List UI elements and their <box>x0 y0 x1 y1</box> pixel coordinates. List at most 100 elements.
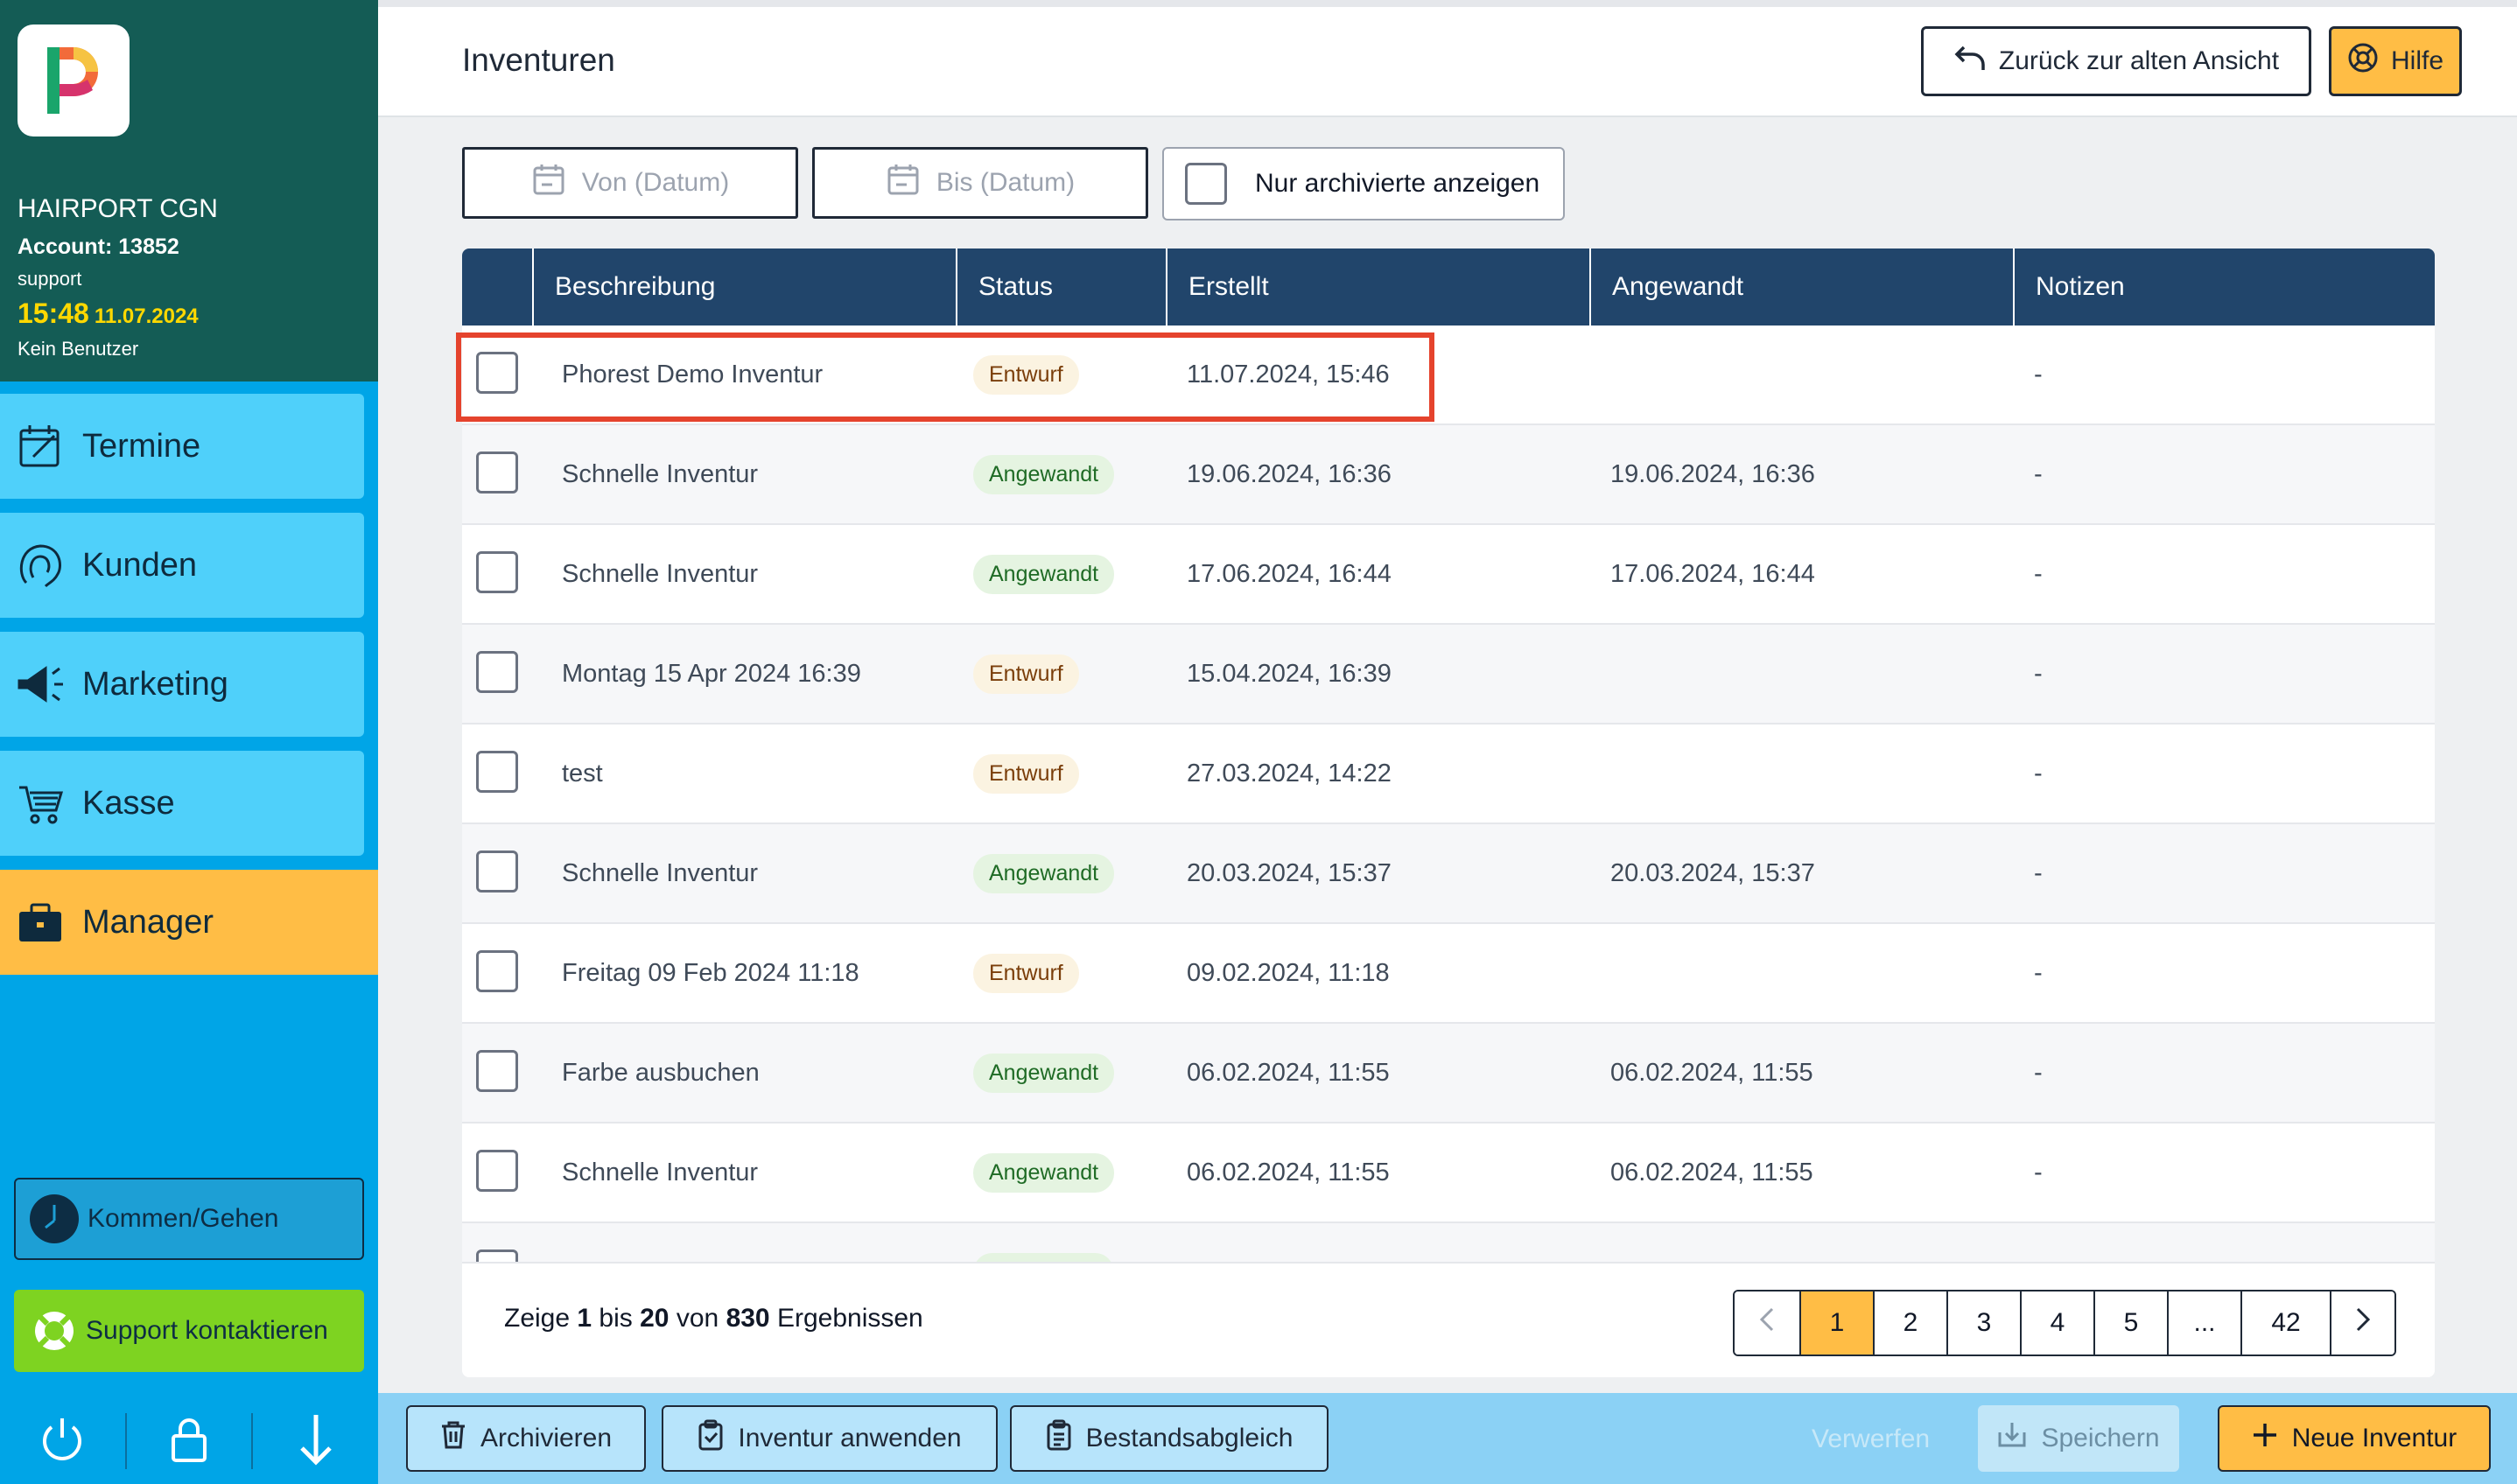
save-button[interactable]: Speichern <box>1978 1405 2179 1472</box>
clipboard-check-icon <box>698 1419 738 1458</box>
status-badge: Angewandt <box>973 554 1115 594</box>
date-from-field[interactable]: Von (Datum) <box>462 147 798 219</box>
cell-created: 15.04.2024, 16:39 <box>1187 659 1392 688</box>
row-checkbox[interactable] <box>476 850 518 892</box>
nav-marketing[interactable]: Marketing <box>0 632 364 737</box>
plus-icon <box>2252 1422 2292 1455</box>
calendar-icon <box>12 418 68 474</box>
prev-page-button[interactable] <box>1735 1292 1799 1354</box>
table-row[interactable]: Phorest Demo Inventur Entwurf 11.07.2024, … <box>462 326 2435 425</box>
calendar-icon <box>886 162 936 204</box>
nav-manager[interactable]: Manager <box>0 870 378 975</box>
column-header-notes[interactable]: Notizen <box>2013 248 2435 326</box>
page-button[interactable]: 4 <box>2020 1292 2093 1354</box>
pagination: 1 2 3 4 5 ... 42 <box>1733 1290 2396 1356</box>
cell-notes: - <box>2034 1158 2043 1186</box>
apply-inventory-button[interactable]: Inventur anwenden <box>662 1405 998 1472</box>
save-label: Speichern <box>2041 1424 2160 1452</box>
clipboard-list-icon <box>1046 1419 1086 1458</box>
cell-status: Entwurf <box>973 724 1079 822</box>
cell-description: Schnelle Inventur <box>562 1158 759 1186</box>
briefcase-icon <box>12 894 68 950</box>
cell-created: 17.06.2024, 16:44 <box>1187 559 1392 588</box>
cell-description: Schnelle Inventur <box>562 559 759 588</box>
column-header-applied[interactable]: Angewandt <box>1589 248 2013 326</box>
new-inventory-button[interactable]: Neue Inventur <box>2218 1405 2491 1472</box>
discard-button[interactable]: Verwerfen <box>1812 1424 1930 1454</box>
inventory-table: Beschreibung Status Erstellt Angewandt N… <box>462 248 2435 1377</box>
page-button[interactable]: 42 <box>2240 1292 2330 1354</box>
table-row[interactable]: test Entwurf 27.03.2024, 14:22 - <box>462 724 2435 824</box>
row-checkbox[interactable] <box>476 651 518 693</box>
account-number: Account: 13852 <box>18 234 179 259</box>
status-badge: Entwurf <box>973 953 1079 993</box>
row-checkbox[interactable] <box>476 1150 518 1192</box>
help-button[interactable]: Hilfe <box>2329 26 2462 96</box>
cell-notes: - <box>2034 858 2043 887</box>
date-to-field[interactable]: Bis (Datum) <box>812 147 1148 219</box>
archive-label: Archivieren <box>480 1424 613 1452</box>
result-prefix: Zeige <box>504 1304 571 1333</box>
sidebar: HAIRPORT CGN Account: 13852 support 15:4… <box>0 0 378 1484</box>
table-row[interactable]: Schnelle Inventur Angewandt 19.06.2024, 16… <box>462 425 2435 525</box>
power-icon <box>38 1413 87 1470</box>
nav-kunden[interactable]: Kunden <box>0 513 364 618</box>
clock-in-out-label: Kommen/Gehen <box>88 1204 279 1233</box>
column-header-created[interactable]: Erstellt <box>1166 248 1589 326</box>
page-button[interactable]: 5 <box>2093 1292 2167 1354</box>
result-suffix: Ergebnissen <box>776 1304 923 1333</box>
cell-created: 06.02.2024, 11:55 <box>1187 1058 1390 1087</box>
row-checkbox[interactable] <box>476 551 518 593</box>
archived-only-toggle[interactable]: Nur archivierte anzeigen <box>1162 147 1565 220</box>
new-inventory-label: Neue Inventur <box>2291 1424 2457 1452</box>
cell-description: Schnelle Inventur <box>562 459 759 488</box>
column-header-description[interactable]: Beschreibung <box>532 248 956 326</box>
cell-applied: 20.03.2024, 15:37 <box>1610 858 1815 887</box>
archive-button[interactable]: Archivieren <box>406 1405 646 1472</box>
power-button[interactable] <box>0 1398 125 1484</box>
archived-only-checkbox[interactable] <box>1185 163 1227 205</box>
status-badge: Entwurf <box>973 753 1079 794</box>
calendar-icon <box>531 162 582 204</box>
table-row[interactable]: Schnelle Inventur Angewandt 06.02.2024, 11… <box>462 1124 2435 1223</box>
collapse-button[interactable] <box>253 1398 378 1484</box>
cell-status: Angewandt <box>973 525 1115 623</box>
clock-in-out-button[interactable]: Kommen/Gehen <box>14 1178 364 1260</box>
back-to-old-view-button[interactable]: Zurück zur alten Ansicht <box>1921 26 2311 96</box>
row-checkbox[interactable] <box>476 352 518 394</box>
table-row[interactable]: Montag 15 Apr 2024 16:39 Entwurf 15.04.202… <box>462 625 2435 724</box>
table-row[interactable]: Schnelle Inventur Angewandt 17.06.2024, 16… <box>462 525 2435 625</box>
cell-applied: 17.06.2024, 16:44 <box>1610 559 1815 588</box>
result-to: 20 <box>640 1304 670 1333</box>
client-head-icon <box>12 537 68 593</box>
cell-created: 11.07.2024, 15:46 <box>1187 360 1390 388</box>
support-button[interactable]: Support kontaktieren <box>14 1290 364 1372</box>
page-header: Inventuren Zurück zur alten Ansicht Hilf… <box>378 7 2517 117</box>
page-button[interactable]: 2 <box>1873 1292 1946 1354</box>
reconcile-label: Bestandsabgleich <box>1085 1424 1294 1452</box>
nav-termine[interactable]: Termine <box>0 394 364 499</box>
back-label: Zurück zur alten Ansicht <box>1998 46 2280 75</box>
cell-created: 27.03.2024, 14:22 <box>1187 759 1392 788</box>
next-page-button[interactable] <box>2330 1292 2394 1354</box>
row-checkbox[interactable] <box>476 1050 518 1092</box>
nav-kasse[interactable]: Kasse <box>0 751 364 856</box>
cell-description: Schnelle Inventur <box>562 858 759 887</box>
lock-button[interactable] <box>127 1398 252 1484</box>
row-checkbox[interactable] <box>476 950 518 992</box>
reconcile-button[interactable]: Bestandsabgleich <box>1010 1405 1329 1472</box>
row-checkbox[interactable] <box>476 751 518 793</box>
page-button[interactable]: 3 <box>1946 1292 2020 1354</box>
column-header-status[interactable]: Status <box>956 248 1166 326</box>
trash-icon <box>440 1419 480 1458</box>
nav-label: Kasse <box>82 784 175 822</box>
cell-description: Freitag 09 Feb 2024 11:18 <box>562 958 859 987</box>
page-button[interactable]: 1 <box>1799 1292 1873 1354</box>
apply-inventory-label: Inventur anwenden <box>738 1424 962 1452</box>
clock-time: 15:48 <box>18 298 89 329</box>
table-row[interactable]: Freitag 09 Feb 2024 11:18 Entwurf 09.02.20… <box>462 924 2435 1024</box>
table-row[interactable]: Farbe ausbuchen Angewandt 06.02.2024, 11:5… <box>462 1024 2435 1124</box>
lifebuoy-icon <box>2347 42 2391 80</box>
row-checkbox[interactable] <box>476 452 518 494</box>
table-row[interactable]: Schnelle Inventur Angewandt 20.03.2024, 15… <box>462 824 2435 924</box>
